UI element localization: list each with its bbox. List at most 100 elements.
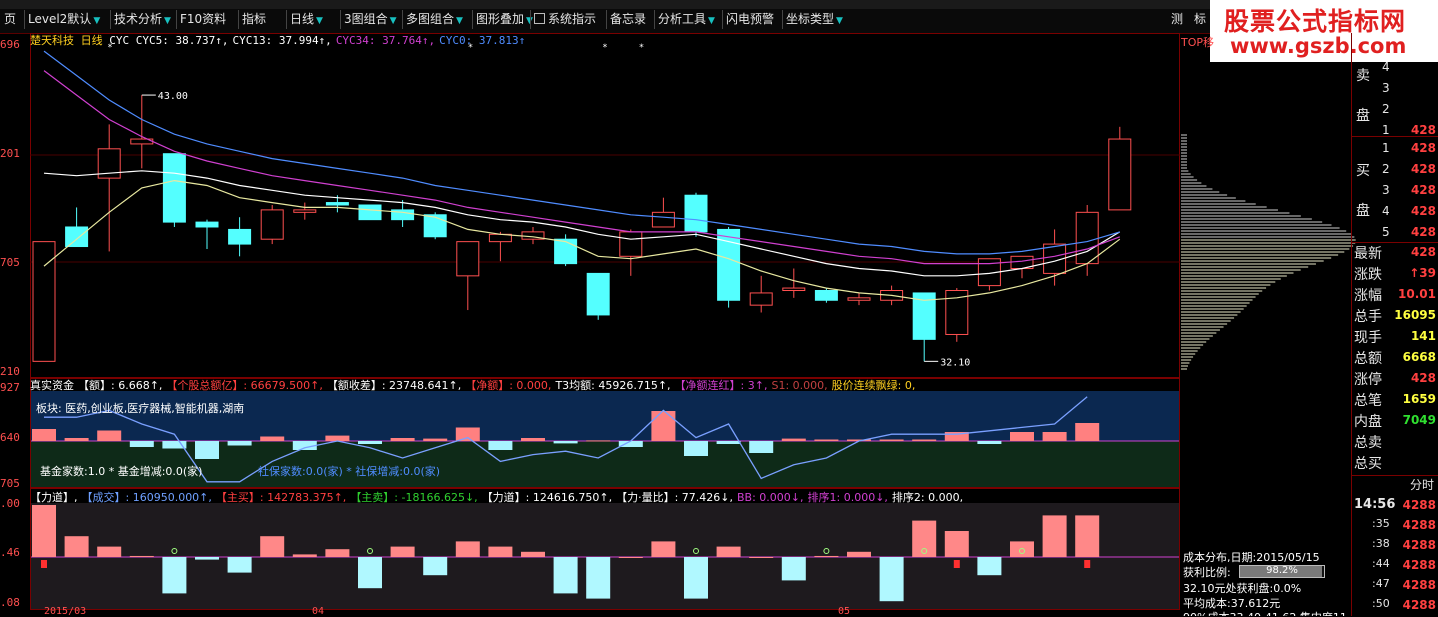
- buy-price: 428: [1410, 162, 1436, 176]
- fund-count-text: 基金家数:1.0 * 基金增减:0.0(家): [40, 465, 203, 478]
- legend-item-5: 【力·量比】: 77.426↓,: [616, 491, 733, 504]
- candle-body-down: [423, 214, 447, 238]
- sector-text: 板块: 医药,创业板,医疗器械,智能机器,湖南: [36, 402, 245, 415]
- candle-16: [554, 234, 578, 267]
- stat-value: 428: [1410, 245, 1436, 259]
- tick-row-4: :47 4288: [1352, 576, 1438, 595]
- candle-1: [65, 207, 89, 248]
- candle-4: [162, 153, 186, 227]
- tick-price: 4288: [1402, 538, 1436, 552]
- legend-item-3: 【额收差】: 23748.641↑,: [326, 379, 462, 392]
- legend-item-5: T3均额: 45926.715↑,: [555, 379, 671, 392]
- candle-6: [228, 217, 252, 257]
- candle-body-down: [684, 194, 708, 233]
- candle-20: [684, 192, 708, 237]
- candle-body-down: [162, 153, 186, 223]
- series-line-cyc5: [43, 179, 1121, 301]
- stat-row-0: 最新 428: [1352, 243, 1438, 264]
- candle-23: [782, 268, 806, 298]
- high-marker-text: 43.00: [158, 91, 188, 102]
- buy-row-3[interactable]: 3 428: [1352, 181, 1438, 201]
- candle-body-down: [195, 221, 219, 228]
- legend-item-0: 真实资金: [30, 379, 74, 392]
- sell-row-1[interactable]: 1 428: [1352, 121, 1438, 141]
- profit-label: 获利比例:: [1183, 566, 1231, 579]
- candle-body-down: [325, 202, 349, 206]
- stat-row-8: 内盘 7049: [1352, 411, 1438, 432]
- force-y-label-1: .46: [0, 546, 20, 559]
- stat-label: 涨幅: [1354, 288, 1382, 304]
- buy-price: 428: [1410, 183, 1436, 197]
- tick-price: 4288: [1402, 498, 1436, 512]
- sell-row-3[interactable]: 3: [1352, 79, 1438, 99]
- stat-row-9: 总卖: [1352, 432, 1438, 453]
- stat-value: 7049: [1402, 413, 1436, 427]
- buy-row-4[interactable]: 4 428: [1352, 202, 1438, 222]
- low-price-marker: 32.10: [924, 357, 970, 368]
- candle-8: [293, 202, 317, 220]
- sell-level: 4: [1382, 60, 1390, 74]
- buy-row-1[interactable]: 1 428: [1352, 139, 1438, 159]
- buy-price: 428: [1410, 141, 1436, 155]
- stat-row-7: 总笔 1659: [1352, 390, 1438, 411]
- stat-value: 6668: [1402, 350, 1436, 364]
- stat-label: 内盘: [1354, 414, 1382, 430]
- candle-body-up: [1108, 138, 1132, 211]
- buy-row-5[interactable]: 5 428: [1352, 223, 1438, 243]
- legend-item-2: 【个股总额亿】: 66679.500↑,: [166, 379, 323, 392]
- sell-row-4[interactable]: 4: [1352, 58, 1438, 78]
- tick-time: :38: [1372, 537, 1390, 550]
- candle-body-up: [782, 287, 806, 291]
- candle-body-up: [847, 297, 871, 301]
- star-marker-0: *: [107, 43, 112, 53]
- high-price-marker: 43.00: [141, 91, 188, 102]
- sell-level: 3: [1382, 81, 1390, 95]
- tick-time: 14:56: [1354, 497, 1396, 512]
- candle-body-down: [814, 290, 838, 301]
- tick-price: 4288: [1402, 578, 1436, 592]
- candle-5: [195, 219, 219, 249]
- stat-row-4: 现手 141: [1352, 327, 1438, 348]
- legend-item-1: 【额】: 6.668↑,: [78, 379, 163, 392]
- stat-value: ↑39: [1409, 266, 1436, 280]
- tick-row-0: 14:56 4288: [1352, 496, 1438, 515]
- stat-row-1: 涨跌 ↑39: [1352, 264, 1438, 285]
- stat-label: 总额: [1354, 351, 1382, 367]
- series-line-cyc34: [43, 70, 1121, 265]
- stat-label: 现手: [1354, 330, 1382, 346]
- sell-level: 2: [1382, 102, 1390, 116]
- ticks-header[interactable]: 分时: [1410, 476, 1434, 493]
- stat-value: 1659: [1402, 392, 1436, 406]
- tick-row-2: :38 4288: [1352, 536, 1438, 555]
- candle-body-up: [456, 241, 480, 277]
- buy-row-2[interactable]: 2 428: [1352, 160, 1438, 180]
- candle-27: [912, 292, 936, 362]
- date-label-2: 05: [838, 606, 851, 617]
- stat-row-5: 总额 6668: [1352, 348, 1438, 369]
- social-count-text: 社保家数:0.0(家) * 社保增减:0.0(家): [258, 465, 441, 478]
- tick-price: 4288: [1402, 598, 1436, 612]
- star-marker-2: *: [602, 43, 607, 53]
- buy-price: 428: [1410, 225, 1436, 239]
- fund-panel-legend: 真实资金 【额】: 6.668↑, 【个股总额亿】: 66679.500↑, 【额收差…: [30, 377, 919, 393]
- date-label-0: 2015/03: [44, 606, 87, 617]
- sell-row-2[interactable]: 2: [1352, 100, 1438, 120]
- tick-time: :50: [1372, 597, 1390, 610]
- candle-10: [358, 204, 382, 221]
- stat-value: 141: [1410, 329, 1436, 343]
- force-panel-legend: 【力道】, 【成交】: 160950.000↑, 【主买】: 142783.375↑…: [30, 489, 967, 505]
- legend-item-8: 股价连续飘绿: 0,: [831, 379, 916, 392]
- candle-18: [619, 229, 643, 276]
- legend-item-6: BB: 0.000↓,: [737, 491, 804, 504]
- candle-body-up: [1075, 211, 1099, 265]
- legend-item-7: 排序1: 0.000↓,: [807, 491, 888, 504]
- candle-body-up: [651, 211, 675, 228]
- candle-7: [260, 205, 284, 245]
- candle-2: [97, 124, 121, 252]
- buy-level: 5: [1382, 225, 1390, 239]
- tick-time: :44: [1372, 557, 1390, 570]
- sell-price: 428: [1410, 123, 1436, 137]
- stat-label: 总买: [1354, 456, 1382, 472]
- stat-value: 16095: [1394, 308, 1436, 322]
- profit-bar: 98.2%: [1239, 565, 1325, 578]
